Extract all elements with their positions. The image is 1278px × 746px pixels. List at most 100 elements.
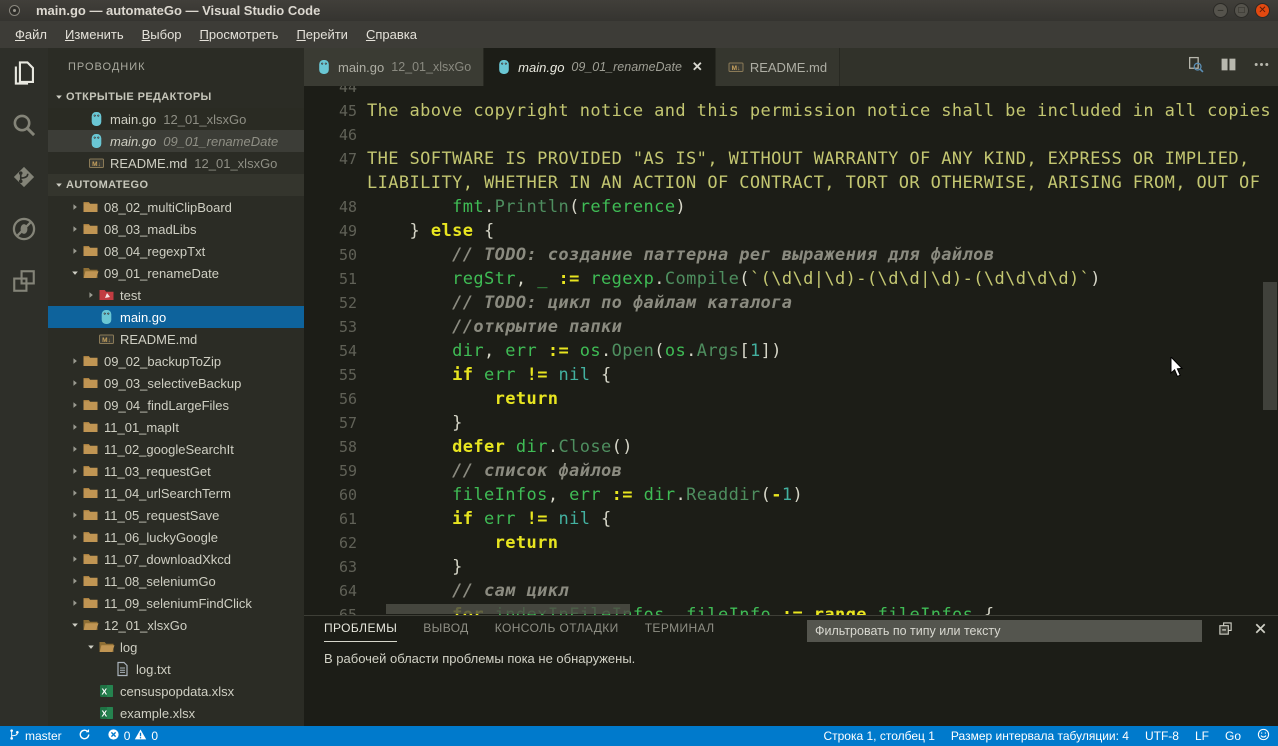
code-line: 50 // TODO: создание паттерна рег выраже… xyxy=(304,243,1278,267)
status-item-feedback-smiley-icon[interactable] xyxy=(1249,726,1278,746)
editor-tab-main.go[interactable]: main.go12_01_xlsxGo xyxy=(304,48,484,86)
source-control-icon[interactable] xyxy=(11,164,37,190)
status-item-UTF-8[interactable]: UTF-8 xyxy=(1137,726,1187,746)
tree-item-11_04_urlSearchTerm[interactable]: 11_04_urlSearchTerm xyxy=(48,482,304,504)
chevron-right-icon xyxy=(68,378,82,388)
panel-tab-консоль отладки[interactable]: КОНСОЛЬ ОТЛАДКИ xyxy=(495,621,619,642)
status-item-Go[interactable]: Go xyxy=(1217,726,1249,746)
status-item-LF[interactable]: LF xyxy=(1187,726,1217,746)
status-label: master xyxy=(25,729,62,743)
line-number: 65 xyxy=(304,606,367,615)
tree-item-11_08_seleniumGo[interactable]: 11_08_seleniumGo xyxy=(48,570,304,592)
minimize-button[interactable]: – xyxy=(1213,3,1228,18)
panel-tabs: ПРОБЛЕМЫ ВЫВОД КОНСОЛЬ ОТЛАДКИ ТЕРМИНАЛ xyxy=(324,621,715,642)
tree-item-test[interactable]: test xyxy=(48,284,304,306)
menu-item-файл[interactable]: Файл xyxy=(6,23,56,46)
menu-item-просмотреть[interactable]: Просмотреть xyxy=(191,23,288,46)
status-left: master 00 xyxy=(0,726,166,746)
menu-item-выбор[interactable]: Выбор xyxy=(133,23,191,46)
editor-tab-main.go[interactable]: main.go09_01_renameDate✕ xyxy=(484,48,716,86)
status-item-master[interactable]: master xyxy=(0,726,70,746)
more-actions-icon[interactable] xyxy=(1253,56,1270,78)
folder-icon xyxy=(82,397,99,413)
feedback-smiley-icon xyxy=(1257,728,1270,744)
menu-item-изменить[interactable]: Изменить xyxy=(56,23,133,46)
extensions-icon[interactable] xyxy=(11,268,37,294)
chevron-right-icon xyxy=(68,488,82,498)
menu-item-перейти[interactable]: Перейти xyxy=(287,23,357,46)
menu-item-справка[interactable]: Справка xyxy=(357,23,426,46)
search-icon[interactable] xyxy=(11,112,37,138)
problems-filter-input[interactable] xyxy=(807,620,1202,642)
tree-item-11_05_requestSave[interactable]: 11_05_requestSave xyxy=(48,504,304,526)
tree-item-12_01_xlsxGo[interactable]: 12_01_xlsxGo xyxy=(48,614,304,636)
tree-item-11_02_googleSearchIt[interactable]: 11_02_googleSearchIt xyxy=(48,438,304,460)
status-item-Размер интервала табуляции: 4[interactable]: Размер интервала табуляции: 4 xyxy=(943,726,1137,746)
tree-item-08_04_regexpTxt[interactable]: 08_04_regexpTxt xyxy=(48,240,304,262)
section-header-automatego[interactable]: AUTOMATEGO xyxy=(48,174,304,196)
vertical-scrollbar[interactable] xyxy=(1263,282,1277,410)
tree-item-11_07_downloadXkcd[interactable]: 11_07_downloadXkcd xyxy=(48,548,304,570)
debug-icon[interactable] xyxy=(11,216,37,242)
folder-icon xyxy=(82,419,99,435)
tree-item-log[interactable]: log xyxy=(48,636,304,658)
open-editor-item[interactable]: main.go09_01_renameDate xyxy=(48,130,304,152)
tree-item-label: 11_02_googleSearchIt xyxy=(104,442,234,457)
code-text: LIABILITY, WHETHER IN AN ACTION OF CONTR… xyxy=(367,173,1260,193)
tree-item-label: 11_03_requestGet xyxy=(104,464,211,479)
tab-folder-suffix: 12_01_xlsxGo xyxy=(391,60,471,74)
panel-tab-проблемы[interactable]: ПРОБЛЕМЫ xyxy=(324,621,397,642)
tree-item-README.md[interactable]: M↓README.md xyxy=(48,328,304,350)
code-editor[interactable]: 4445The above copyright notice and this … xyxy=(304,86,1278,615)
folder-icon xyxy=(82,243,99,259)
status-label: UTF-8 xyxy=(1145,729,1179,743)
code-text: dir, err := os.Open(os.Args[1]) xyxy=(367,341,782,361)
line-number: 62 xyxy=(304,534,367,552)
tree-item-11_01_mapIt[interactable]: 11_01_mapIt xyxy=(48,416,304,438)
horizontal-scrollbar[interactable] xyxy=(386,604,630,614)
tree-item-example.xlsx[interactable]: Xexample.xlsx xyxy=(48,702,304,724)
chevron-right-icon xyxy=(68,224,82,234)
tab-file-name: main.go xyxy=(518,60,564,75)
panel-tab-вывод[interactable]: ВЫВОД xyxy=(423,621,468,642)
tree-item-main.go[interactable]: main.go xyxy=(48,306,304,328)
code-line: 49 } else { xyxy=(304,219,1278,243)
editor-tab-README.md[interactable]: M↓README.md xyxy=(716,48,840,86)
svg-text:M↓: M↓ xyxy=(92,161,101,168)
excel-file-icon: X xyxy=(98,705,115,721)
tree-item-08_03_madLibs[interactable]: 08_03_madLibs xyxy=(48,218,304,240)
line-number: 45 xyxy=(304,102,367,120)
status-item-0[interactable]: 00 xyxy=(99,726,166,746)
open-preview-icon[interactable] xyxy=(1187,56,1204,78)
tree-item-censuspopdata.xlsx[interactable]: Xcensuspopdata.xlsx xyxy=(48,680,304,702)
close-icon[interactable] xyxy=(1253,621,1268,641)
panel-tab-терминал[interactable]: ТЕРМИНАЛ xyxy=(645,621,715,642)
folder-icon xyxy=(82,485,99,501)
tree-item-11_06_luckyGoogle[interactable]: 11_06_luckyGoogle xyxy=(48,526,304,548)
status-item-Строка 1, столбец 1[interactable]: Строка 1, столбец 1 xyxy=(815,726,942,746)
close-button[interactable]: ✕ xyxy=(1255,3,1270,18)
line-number: 47 xyxy=(304,150,367,168)
split-editor-icon[interactable] xyxy=(1220,56,1237,78)
tree-item-09_04_findLargeFiles[interactable]: 09_04_findLargeFiles xyxy=(48,394,304,416)
section-header-открытые редакторы[interactable]: ОТКРЫТЫЕ РЕДАКТОРЫ xyxy=(48,86,304,108)
tree-item-log.txt[interactable]: log.txt xyxy=(48,658,304,680)
go-file-icon xyxy=(88,133,105,149)
code-text: } else { xyxy=(367,221,495,241)
tree-item-09_02_backupToZip[interactable]: 09_02_backupToZip xyxy=(48,350,304,372)
line-number: 55 xyxy=(304,366,367,384)
tree-item-11_03_requestGet[interactable]: 11_03_requestGet xyxy=(48,460,304,482)
tree-item-08_02_multiClipBoard[interactable]: 08_02_multiClipBoard xyxy=(48,196,304,218)
tab-close-icon[interactable]: ✕ xyxy=(692,59,703,75)
status-label: 0 xyxy=(151,729,158,743)
open-editor-item[interactable]: main.go12_01_xlsxGo xyxy=(48,108,304,130)
open-editor-item[interactable]: M↓README.md12_01_xlsxGo xyxy=(48,152,304,174)
maximize-button[interactable]: □ xyxy=(1234,3,1249,18)
maximize-panel-icon[interactable] xyxy=(1218,621,1233,641)
tree-item-label: 09_04_findLargeFiles xyxy=(104,398,229,413)
tree-item-09_03_selectiveBackup[interactable]: 09_03_selectiveBackup xyxy=(48,372,304,394)
tree-item-11_09_seleniumFindClick[interactable]: 11_09_seleniumFindClick xyxy=(48,592,304,614)
tree-item-09_01_renameDate[interactable]: 09_01_renameDate xyxy=(48,262,304,284)
files-icon[interactable] xyxy=(11,60,37,86)
status-item-sync-icon[interactable] xyxy=(70,726,99,746)
